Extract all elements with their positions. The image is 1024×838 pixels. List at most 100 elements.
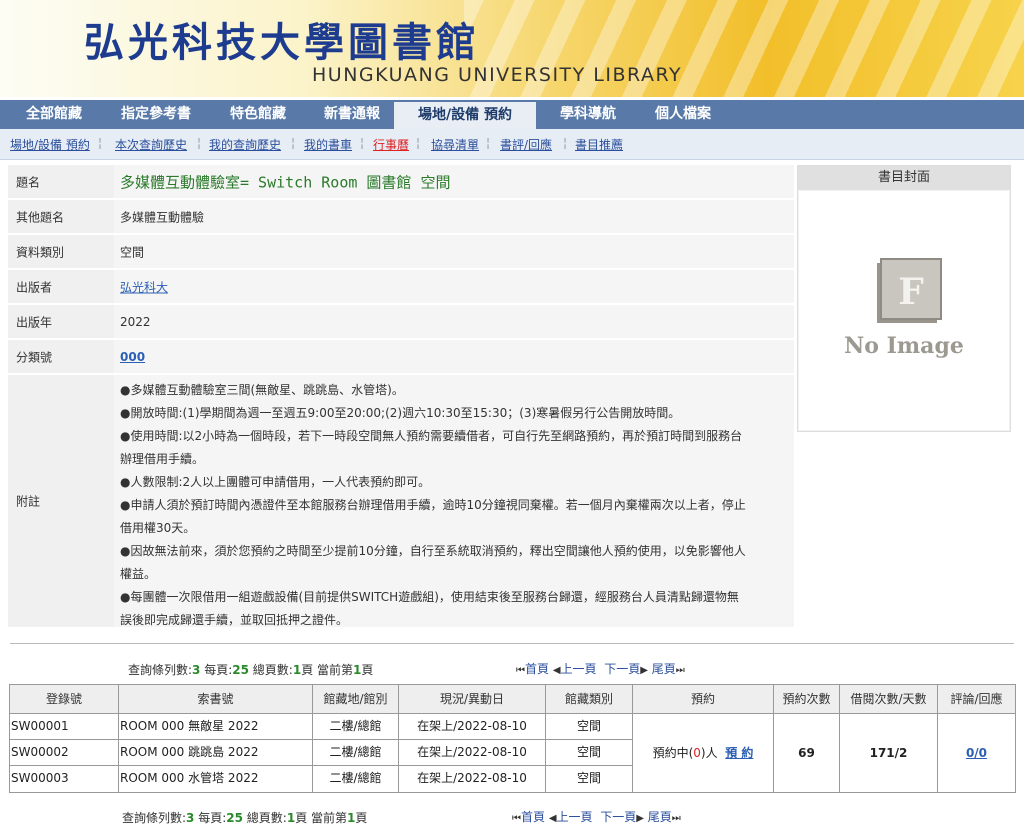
reserve-link[interactable]: 預 約: [725, 746, 753, 760]
label-type: 資料類別: [16, 245, 65, 259]
notes-text: ●多媒體互動體驗室三間(無敵星、跳跳島、水管塔)。 ●開放時間:(1)學期間為週…: [120, 379, 788, 632]
col-category: 館藏類別: [546, 685, 633, 714]
reserve-queue-count: 0: [693, 746, 701, 760]
main-nav: 全部館藏 指定參考書 特色館藏 新書通報 場地/設備 預約 學科導航 個人檔案: [0, 100, 1024, 129]
prev-page-link[interactable]: 上一頁: [561, 662, 597, 676]
first-page-icon: ⏮: [512, 813, 521, 824]
note-line: ●使用時間:以2小時為一個時段，若下一時段空間無人預約需要續借者，可自行先至網路…: [120, 429, 743, 443]
cover-panel: 書目封面 F No Image: [797, 165, 1011, 432]
label-year: 出版年: [16, 315, 53, 329]
subnav-reviews[interactable]: 書評/回應: [500, 136, 552, 153]
note-line: ●開放時間:(1)學期間為週一至週五9:00至20:00;(2)週六10:30至…: [120, 406, 681, 420]
col-loan-count: 借閱次數/天數: [840, 685, 938, 714]
cell-status: 在架上/2022-08-10: [399, 740, 546, 766]
nav-subject-guide[interactable]: 學科導航: [542, 100, 634, 129]
cell-reviews: 0/0: [938, 714, 1015, 792]
subnav-space-reservation[interactable]: 場地/設備 預約: [10, 136, 90, 153]
nav-all-collections[interactable]: 全部館藏: [8, 100, 100, 129]
prev-page-link[interactable]: 上一頁: [557, 810, 593, 824]
cell-location: 二樓/總館: [313, 740, 399, 766]
note-line: ●多媒體互動體驗室三間(無敵星、跳跳島、水管塔)。: [120, 383, 404, 397]
cell-status: 在架上/2022-08-10: [399, 714, 546, 740]
row-type: 資料類別 空間: [8, 235, 794, 268]
col-reviews: 評論/回應: [938, 685, 1015, 714]
record-year: 2022: [120, 314, 151, 329]
label-title: 題名: [16, 175, 41, 189]
last-page-icon: ⏭: [671, 813, 681, 824]
col-status: 現況/異動日: [399, 685, 546, 714]
pagination-top: ⏮首頁 ◀上一頁 下一頁▶ 尾頁⏭: [516, 660, 685, 677]
last-page-link[interactable]: 尾頁: [652, 662, 676, 676]
record-other-title: 多媒體互動體驗: [120, 210, 205, 224]
class-number-link[interactable]: 000: [120, 350, 145, 364]
row-notes: 附註 ●多媒體互動體驗室三間(無敵星、跳跳島、水管塔)。 ●開放時間:(1)學期…: [8, 375, 794, 627]
subnav-separator: ¦: [291, 136, 296, 150]
cell-barcode: SW00003: [10, 766, 119, 792]
cell-reserve: 預約中(0)人 預 約: [633, 714, 774, 792]
col-reserve: 預約: [633, 685, 774, 714]
subnav-search-list[interactable]: 協尋清單: [431, 136, 479, 153]
cell-status: 在架上/2022-08-10: [399, 766, 546, 792]
holdings-table: 登錄號 索書號 館藏地/館別 現況/異動日 館藏類別 預約 預約次數 借閱次數/…: [9, 684, 1016, 793]
cell-category: 空間: [546, 766, 633, 792]
record-title: 多媒體互動體驗室= Switch Room 圖書館 空間: [120, 173, 451, 191]
library-title: 弘光科技大學圖書館: [84, 19, 480, 66]
note-line: ●申請人須於預訂時間內憑證件至本館服務台辦理借用手續，逾時10分鐘視同棄權。若一…: [120, 498, 746, 512]
cell-call-number: ROOM 000 水管塔 2022: [119, 766, 313, 792]
note-line: 誤後即完成歸還手續，並取回抵押之證件。: [120, 613, 349, 627]
first-page-icon: ⏮: [516, 665, 525, 676]
cell-location: 二樓/總館: [313, 766, 399, 792]
nav-new-books[interactable]: 新書通報: [306, 100, 398, 129]
prev-icon: ◀: [552, 665, 561, 676]
nav-reserve-books[interactable]: 指定參考書: [104, 100, 208, 129]
cell-barcode: SW00002: [10, 740, 119, 766]
note-line: ●因故無法前來，須於您預約之時間至少提前10分鐘，自行至系統取消預約，釋出空間讓…: [120, 544, 746, 558]
cell-call-number: ROOM 000 跳跳島 2022: [119, 740, 313, 766]
publisher-link[interactable]: 弘光科大: [120, 278, 168, 295]
record-type: 空間: [120, 245, 145, 259]
row-title: 題名 多媒體互動體驗室= Switch Room 圖書館 空間: [8, 165, 794, 198]
row-publisher: 出版者 弘光科大: [8, 270, 794, 303]
label-other-title: 其他題名: [16, 210, 65, 224]
label-publisher: 出版者: [16, 280, 53, 294]
result-summary-bottom: 查詢條列數:3 每頁:25 總頁數:1頁 當前第1頁: [122, 811, 368, 825]
no-image-letter: F: [898, 271, 924, 313]
subnav-separator: ¦: [98, 136, 103, 150]
note-line: 辦理借用手續。: [120, 452, 205, 466]
subnav-separator: ¦: [416, 136, 421, 150]
banner: 弘光科技大學圖書館 HUNGKUANG UNIVERSITY LIBRARY: [0, 0, 1024, 97]
subnav-calendar[interactable]: 行事曆: [373, 136, 409, 153]
nav-special-collections[interactable]: 特色館藏: [212, 100, 304, 129]
sub-nav: 場地/設備 預約 ¦ 本次查詢歷史 ¦ 我的查詢歷史 ¦ 我的書車 ¦ 行事曆 …: [0, 129, 1024, 160]
next-icon: ▶: [640, 665, 648, 676]
cell-loan-count: 171/2: [840, 714, 938, 792]
subnav-recommend[interactable]: 書目推薦: [575, 136, 623, 153]
row-other-title: 其他題名 多媒體互動體驗: [8, 200, 794, 233]
subnav-my-book-cart[interactable]: 我的書車: [304, 136, 352, 153]
library-subtitle: HUNGKUANG UNIVERSITY LIBRARY: [312, 64, 683, 86]
next-page-link[interactable]: 下一頁: [604, 662, 640, 676]
cover-header: 書目封面: [798, 166, 1010, 190]
reviews-link[interactable]: 0/0: [966, 746, 987, 760]
row-year: 出版年 2022: [8, 305, 794, 338]
first-page-link[interactable]: 首頁: [521, 810, 545, 824]
note-line: 權益。: [120, 567, 157, 581]
last-page-link[interactable]: 尾頁: [648, 810, 672, 824]
col-barcode: 登錄號: [10, 685, 119, 714]
note-line: ●人數限制:2人以上團體可申請借用，一人代表預約即可。: [120, 475, 431, 489]
next-page-link[interactable]: 下一頁: [600, 810, 636, 824]
cell-category: 空間: [546, 714, 633, 740]
cell-call-number: ROOM 000 無敵星 2022: [119, 714, 313, 740]
cell-barcode: SW00001: [10, 714, 119, 740]
next-icon: ▶: [636, 813, 644, 824]
note-line: ●每團體一次限借用一組遊戲設備(目前提供SWITCH遊戲組)，使用結束後至服務台…: [120, 590, 739, 604]
first-page-link[interactable]: 首頁: [525, 662, 549, 676]
last-page-icon: ⏭: [675, 665, 685, 676]
nav-space-reservation[interactable]: 場地/設備 預約: [394, 102, 536, 129]
no-image-icon: F No Image: [844, 258, 964, 359]
subnav-session-history[interactable]: 本次查詢歷史: [115, 136, 187, 153]
subnav-separator: ¦: [197, 136, 202, 150]
nav-profile[interactable]: 個人檔案: [637, 100, 729, 129]
subnav-my-history[interactable]: 我的查詢歷史: [209, 136, 281, 153]
no-image-text: No Image: [844, 333, 964, 359]
